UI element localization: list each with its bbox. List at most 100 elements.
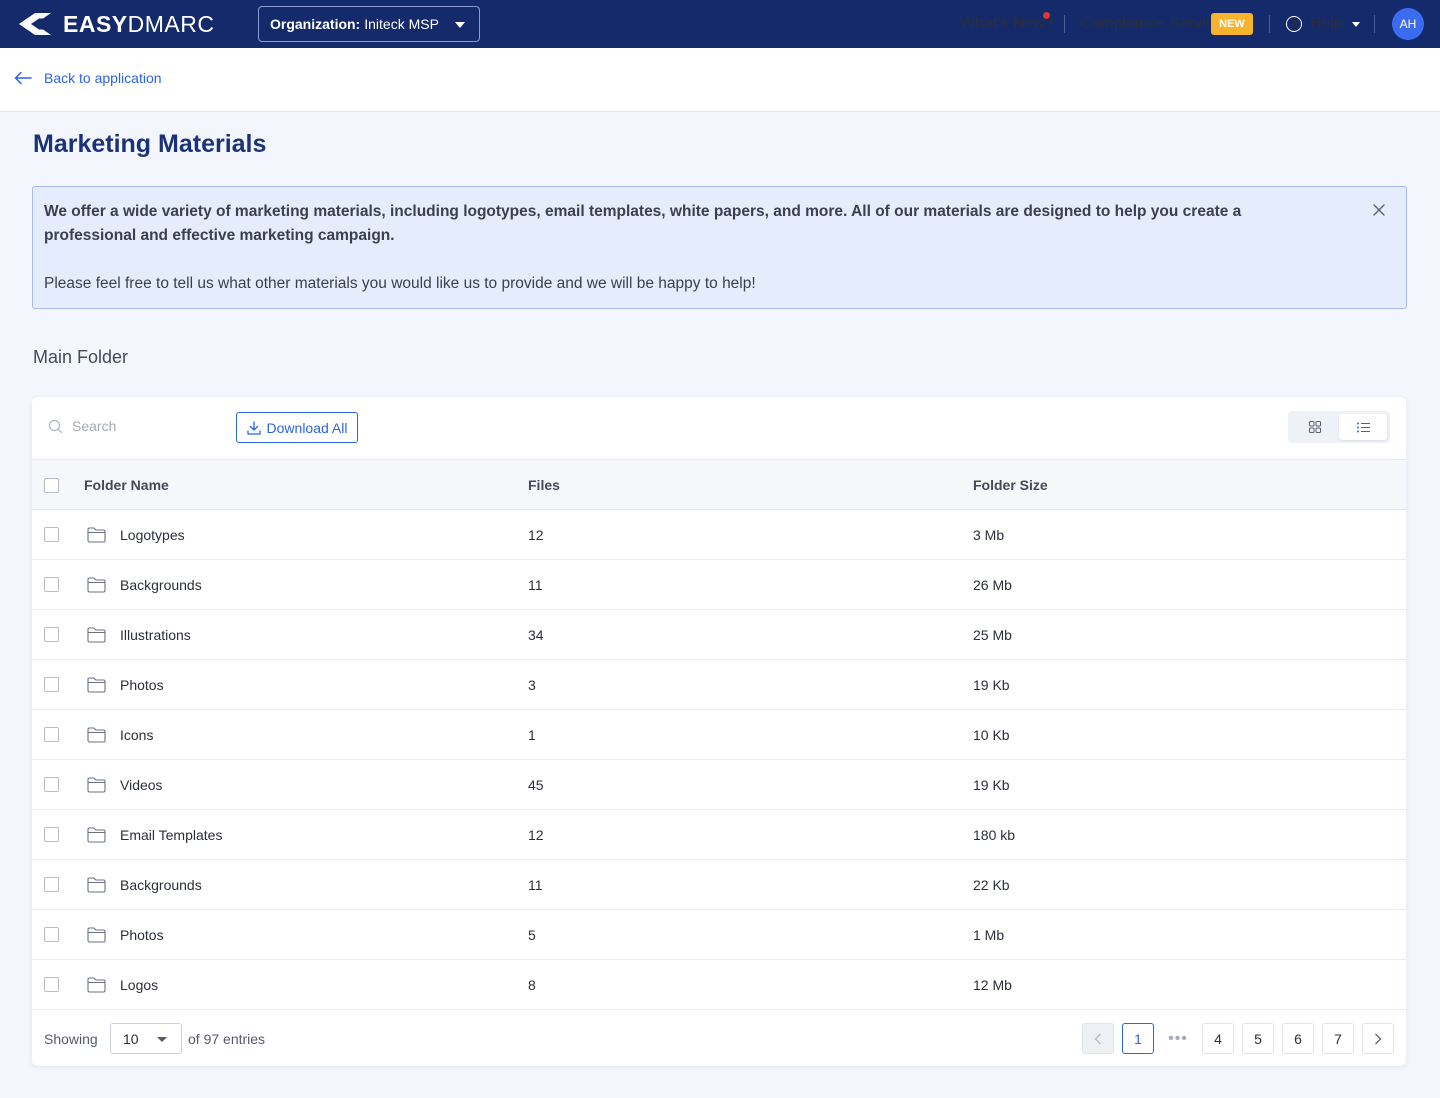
row-checkbox[interactable]	[44, 827, 59, 842]
page-button-4[interactable]: 4	[1202, 1023, 1234, 1054]
folder-icon	[87, 527, 106, 543]
table-row[interactable]: Photos 5 1 Mb	[32, 910, 1406, 960]
folder-name[interactable]: Photos	[120, 677, 164, 693]
table-row[interactable]: Photos 3 19 Kb	[32, 660, 1406, 710]
search-input[interactable]: Search	[48, 418, 116, 434]
caret-down-icon	[157, 1037, 167, 1042]
back-to-application-link[interactable]: Back to application	[14, 70, 162, 86]
page-title: Marketing Materials	[33, 130, 267, 158]
row-checkbox[interactable]	[44, 527, 59, 542]
close-icon[interactable]	[1372, 203, 1386, 217]
next-page-button[interactable]	[1362, 1023, 1394, 1054]
chevron-right-icon	[1375, 1033, 1382, 1044]
table-row[interactable]: Icons 1 10 Kb	[32, 710, 1406, 760]
folder-icon	[87, 977, 106, 993]
row-checkbox[interactable]	[44, 877, 59, 892]
caret-down-icon	[1351, 21, 1360, 27]
download-all-button[interactable]: Download All	[236, 412, 358, 443]
folder-size: 22 Kb	[973, 877, 1010, 893]
page-button-6[interactable]: 6	[1282, 1023, 1314, 1054]
page-size-select[interactable]: 10	[110, 1023, 182, 1054]
folder-files: 5	[528, 927, 536, 943]
table-row[interactable]: Logos 8 12 Mb	[32, 960, 1406, 1010]
column-files[interactable]: Files	[528, 477, 560, 493]
folder-name[interactable]: Logotypes	[120, 527, 185, 543]
back-link-label: Back to application	[44, 70, 162, 86]
logo-icon	[19, 13, 51, 35]
folder-size: 3 Mb	[973, 527, 1005, 543]
row-checkbox[interactable]	[44, 777, 59, 792]
question-circle-icon: ?	[1286, 16, 1302, 32]
folder-name[interactable]: Photos	[120, 927, 164, 943]
folder-name[interactable]: Email Templates	[120, 827, 222, 843]
folder-size: 25 Mb	[973, 627, 1012, 643]
folder-icon	[87, 577, 106, 593]
new-badge: NEW	[1211, 13, 1253, 35]
grid-view-button[interactable]	[1291, 414, 1339, 440]
entries-count: of 97 entries	[188, 1031, 266, 1047]
page-button-1[interactable]: 1	[1122, 1023, 1154, 1054]
table-row[interactable]: Backgrounds 11 22 Kb	[32, 860, 1406, 910]
table-row[interactable]: Videos 45 19 Kb	[32, 760, 1406, 810]
page-size-value: 10	[123, 1031, 139, 1047]
folder-files: 1	[528, 727, 536, 743]
row-checkbox[interactable]	[44, 627, 59, 642]
caret-down-icon	[455, 22, 465, 28]
nav-divider	[1269, 15, 1270, 33]
folders-table-card: Search Download All Folder Name Files Fo…	[32, 397, 1406, 1066]
org-value: Initeck MSP	[364, 16, 439, 32]
folder-name[interactable]: Icons	[120, 727, 153, 743]
whats-new-link[interactable]: What's New?	[960, 0, 1054, 48]
folder-icon	[87, 677, 106, 693]
compliance-service-link[interactable]: Compliance Service	[1080, 0, 1222, 48]
chevron-left-icon	[1094, 1033, 1101, 1044]
folder-files: 12	[528, 827, 544, 843]
org-label: Organization:	[270, 16, 361, 32]
row-checkbox[interactable]	[44, 577, 59, 592]
user-avatar[interactable]: AH	[1392, 8, 1424, 40]
folder-size: 1 Mb	[973, 927, 1005, 943]
folder-icon	[87, 777, 106, 793]
info-text-primary: We offer a wide variety of marketing mat…	[44, 203, 1242, 244]
list-view-button[interactable]	[1339, 414, 1387, 440]
folder-name[interactable]: Backgrounds	[120, 877, 202, 893]
folder-size: 180 kb	[973, 827, 1016, 843]
row-checkbox[interactable]	[44, 977, 59, 992]
folder-files: 11	[528, 577, 543, 593]
column-folder-size[interactable]: Folder Size	[973, 477, 1048, 493]
help-menu[interactable]: ? Help	[1286, 0, 1360, 48]
table-row[interactable]: Backgrounds 11 26 Mb	[32, 560, 1406, 610]
notification-dot	[1042, 11, 1051, 20]
folder-size: 19 Kb	[973, 777, 1010, 793]
top-navbar: EASYDMARC Organization: Initeck MSP What…	[0, 0, 1440, 48]
table-row[interactable]: Logotypes 12 3 Mb	[32, 510, 1406, 560]
table-row[interactable]: Email Templates 12 180 kb	[32, 810, 1406, 860]
prev-page-button[interactable]	[1082, 1023, 1114, 1054]
folder-name[interactable]: Videos	[120, 777, 163, 793]
column-folder-name[interactable]: Folder Name	[84, 477, 169, 493]
select-all-checkbox[interactable]	[44, 478, 59, 493]
row-checkbox[interactable]	[44, 927, 59, 942]
row-checkbox[interactable]	[44, 727, 59, 742]
folder-icon	[87, 727, 106, 743]
pagination-ellipsis[interactable]: •••	[1162, 1023, 1194, 1054]
table-row[interactable]: Illustrations 34 25 Mb	[32, 610, 1406, 660]
arrow-left-icon	[14, 71, 32, 85]
logo-text: EASYDMARC	[63, 11, 215, 37]
folder-name[interactable]: Backgrounds	[120, 577, 202, 593]
easydmarc-logo[interactable]: EASYDMARC	[17, 10, 214, 38]
page-button-5[interactable]: 5	[1242, 1023, 1274, 1054]
folder-files: 34	[528, 627, 544, 643]
folder-files: 45	[528, 777, 544, 793]
nav-divider	[1374, 15, 1375, 33]
info-text-secondary: Please feel free to tell us what other m…	[44, 275, 756, 292]
folder-name[interactable]: Logos	[120, 977, 158, 993]
page-button-7[interactable]: 7	[1322, 1023, 1354, 1054]
folder-files: 3	[528, 677, 536, 693]
section-title: Main Folder	[33, 347, 129, 367]
showing-label: Showing	[44, 1031, 98, 1047]
organization-selector[interactable]: Organization: Initeck MSP	[258, 6, 480, 42]
row-checkbox[interactable]	[44, 677, 59, 692]
search-placeholder: Search	[72, 418, 117, 434]
folder-name[interactable]: Illustrations	[120, 627, 191, 643]
